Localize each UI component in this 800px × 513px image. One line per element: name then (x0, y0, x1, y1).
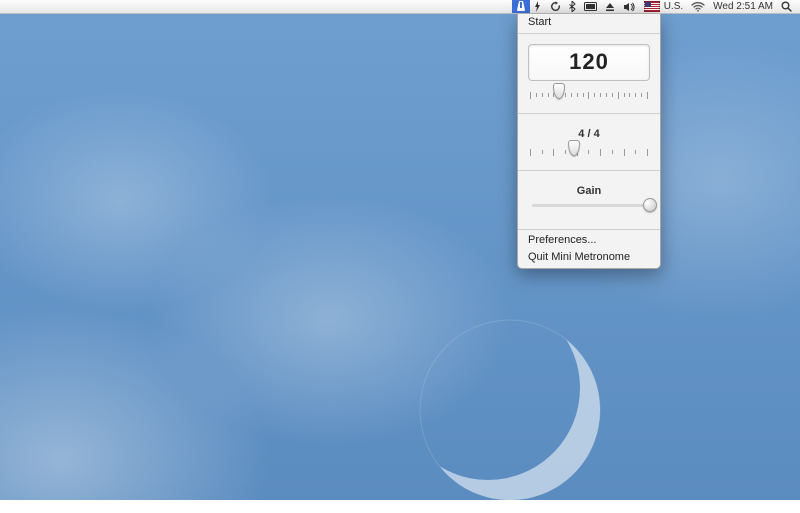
gain-slider-thumb[interactable] (643, 198, 657, 212)
input-flag-label[interactable]: U.S. (664, 0, 687, 13)
volume-icon[interactable] (619, 0, 640, 13)
bluetooth-icon[interactable] (565, 0, 580, 13)
spotlight-icon[interactable] (777, 0, 796, 13)
timesig-slider[interactable] (528, 142, 650, 160)
start-menu-item[interactable]: Start (518, 14, 660, 31)
gain-slider[interactable] (528, 199, 650, 217)
bpm-slider[interactable] (528, 85, 650, 103)
wifi-icon[interactable] (687, 0, 709, 13)
timesig-label: 4 / 4 (528, 128, 650, 140)
sync-icon[interactable] (546, 0, 565, 13)
input-flag-icon[interactable] (640, 0, 664, 13)
display-icon[interactable] (580, 0, 601, 13)
metronome-dropdown: Start 120 4 / 4 Gain (517, 14, 661, 269)
moon-graphic (410, 310, 610, 510)
metronome-menubar-icon[interactable] (512, 0, 530, 13)
timesig-section: 4 / 4 (518, 116, 660, 168)
separator (518, 170, 660, 171)
menubar: U.S. Wed 2:51 AM (0, 0, 800, 14)
bpm-section: 120 (518, 36, 660, 111)
gain-label: Gain (528, 185, 650, 197)
separator (518, 113, 660, 114)
clock-text[interactable]: Wed 2:51 AM (709, 0, 777, 13)
separator (518, 33, 660, 34)
eject-icon[interactable] (601, 0, 619, 13)
separator (518, 229, 660, 230)
desktop-background (0, 0, 800, 500)
preferences-menu-item[interactable]: Preferences... (518, 232, 660, 249)
quit-menu-item[interactable]: Quit Mini Metronome (518, 249, 660, 268)
bolt-icon[interactable] (530, 0, 546, 13)
gain-section: Gain (518, 173, 660, 227)
bpm-display[interactable]: 120 (528, 44, 650, 81)
